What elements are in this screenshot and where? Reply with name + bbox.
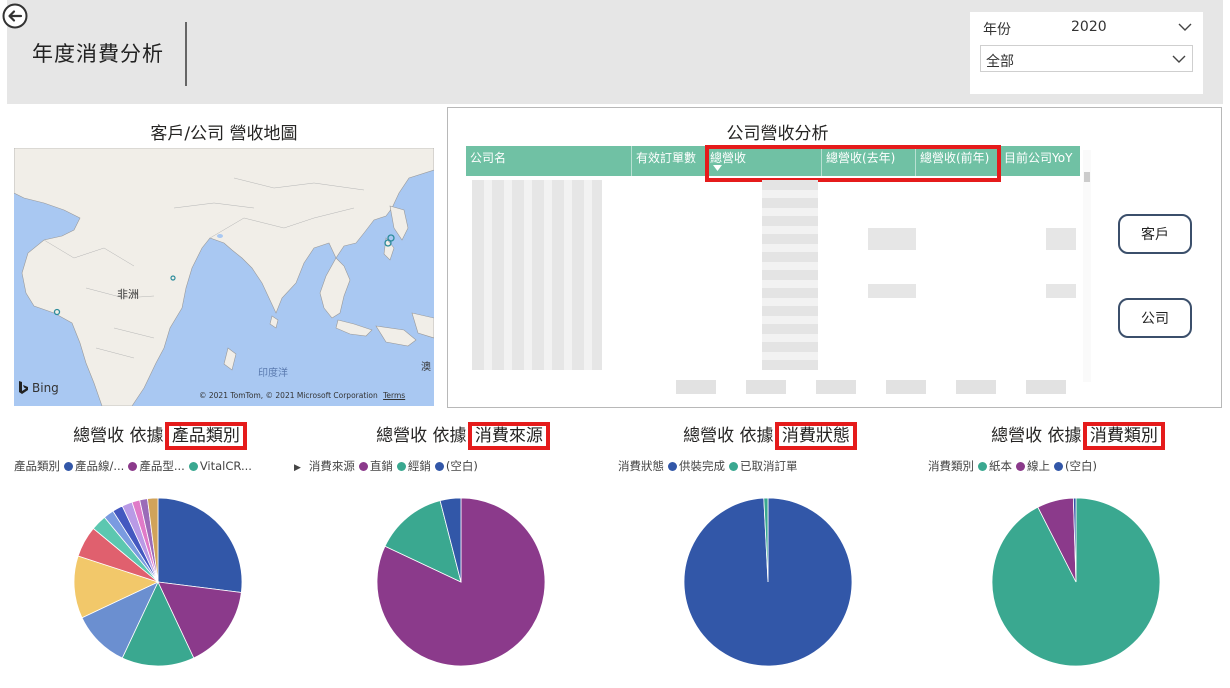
title-divider [185, 22, 187, 86]
legend-item-label: 直銷 [369, 459, 393, 473]
map-copyright: © 2021 TomTom, © 2021 Microsoft Corporat… [199, 391, 405, 400]
pie-legend[interactable]: 消費類別 紙本 線上 (空白) [928, 458, 1097, 474]
pie-legend[interactable]: 產品類別 產品線/... 產品型... VitalCR... [14, 458, 252, 474]
pie-title-field: 產品類別 [164, 422, 247, 450]
legend-item[interactable]: 產品線/... [60, 459, 124, 473]
customer-button[interactable]: 客戶 [1118, 214, 1192, 254]
legend-dot-icon [668, 462, 677, 471]
pie-title-prefix: 總營收 依據 [991, 426, 1082, 446]
bing-icon [19, 381, 28, 394]
pie-title-prefix: 總營收 依據 [376, 426, 467, 446]
legend-item-label: (空白) [445, 459, 478, 473]
blurred-cell [868, 284, 916, 298]
pie-title-field: 消費類別 [1082, 422, 1165, 450]
sort-descending-icon[interactable] [713, 165, 722, 171]
legend-dot-icon [358, 462, 368, 471]
legend-label: 產品類別 [14, 459, 60, 473]
pie-title: 總營收 依據 消費狀態 [618, 421, 918, 450]
chevron-down-icon[interactable] [1178, 22, 1192, 32]
legend-dot-icon [396, 462, 406, 471]
category-dropdown-value: 全部 [986, 54, 1014, 70]
pie-legend[interactable]: 消費狀態 供裝完成 已取消訂單 [618, 458, 798, 474]
legend-label: 消費來源 [308, 459, 355, 473]
legend-item[interactable]: (空白) [431, 459, 478, 473]
legend-item[interactable]: 線上 [1012, 459, 1050, 473]
chevron-down-icon[interactable] [1172, 54, 1186, 64]
legend-dot-icon [978, 462, 987, 471]
legend-item[interactable]: (空白) [1050, 459, 1097, 473]
blurred-cell [1046, 284, 1076, 298]
legend-item-label: 供裝完成 [679, 459, 725, 473]
legend-item-label: 產品線/... [75, 459, 125, 473]
legend-dot-icon [729, 462, 738, 471]
revenue-map[interactable] [14, 148, 434, 406]
pie-title-prefix: 總營收 依據 [683, 426, 774, 446]
year-slicer-value[interactable]: 2020 [1071, 19, 1107, 35]
legend-item-label: VitalCR... [199, 459, 252, 473]
blurred-cell [1046, 228, 1076, 250]
legend-item-label: 經銷 [407, 459, 431, 473]
legend-dot-icon [64, 462, 73, 471]
back-arrow-icon[interactable] [2, 3, 28, 29]
legend-dot-icon [434, 462, 444, 471]
legend-item[interactable]: VitalCR... [185, 459, 252, 473]
company-button[interactable]: 公司 [1118, 298, 1192, 338]
legend-label: 消費狀態 [618, 459, 664, 473]
map-label-edge: 澳 [421, 362, 431, 373]
legend-item[interactable]: 紙本 [974, 459, 1012, 473]
map-copyright-text: © 2021 TomTom, © 2021 Microsoft Corporat… [199, 391, 378, 400]
pie-title-field: 消費狀態 [774, 422, 857, 450]
legend-item-label: 線上 [1027, 459, 1050, 473]
table-scrollbar[interactable] [1083, 150, 1091, 382]
column-header-company[interactable]: 公司名 [466, 146, 632, 176]
page-title: 年度消費分析 [32, 42, 164, 66]
pie-title: 總營收 依據 產品類別 [8, 421, 308, 450]
column-header-revenue-two-years[interactable]: 總營收(前年) [916, 146, 1000, 176]
legend-dot-icon [1054, 462, 1063, 471]
scrollbar-thumb[interactable] [1084, 172, 1090, 182]
legend-dot-icon [128, 462, 138, 471]
legend-item[interactable]: 直銷 [355, 459, 393, 473]
blurred-cell [868, 228, 916, 250]
pie-chart[interactable] [375, 496, 547, 668]
legend-prev-icon[interactable]: ▶ [294, 463, 301, 473]
table-title: 公司營收分析 [726, 124, 829, 144]
pie-title: 總營收 依據 消費類別 [926, 421, 1226, 450]
pie-title-field: 消費來源 [467, 422, 550, 450]
legend-item[interactable]: 供裝完成 [664, 459, 725, 473]
legend-item-label: 紙本 [989, 459, 1012, 473]
blurred-company-names [472, 180, 602, 370]
legend-dot-icon [1016, 462, 1025, 471]
blurred-total-row [676, 380, 1076, 394]
legend-item[interactable]: 產品型... [124, 459, 185, 473]
table-header: 公司名 有效訂單數 總營收 總營收(去年) 總營收(前年) 目前公司YoY [466, 146, 1080, 176]
pie-chart[interactable] [72, 496, 244, 668]
column-header-revenue[interactable]: 總營收 [706, 146, 822, 176]
map-label-africa: 非洲 [117, 288, 139, 301]
legend-item-label: (空白) [1065, 459, 1097, 473]
column-header-revenue-last-year[interactable]: 總營收(去年) [822, 146, 916, 176]
legend-item-label: 產品型... [139, 459, 185, 473]
pie-chart[interactable] [990, 496, 1162, 668]
column-header-orders[interactable]: 有效訂單數 [632, 146, 706, 176]
pie-chart[interactable] [682, 496, 854, 668]
legend-item[interactable]: 經銷 [393, 459, 431, 473]
legend-item-label: 已取消訂單 [740, 459, 798, 473]
pie-title: 總營收 依據 消費來源 [311, 421, 611, 450]
table-body[interactable] [466, 176, 1080, 394]
legend-label: 消費類別 [928, 459, 974, 473]
map-terms-link[interactable]: Terms [383, 391, 405, 400]
map-title: 客戶/公司 營收地圖 [150, 124, 298, 144]
pie-title-prefix: 總營收 依據 [73, 426, 164, 446]
legend-item[interactable]: 已取消訂單 [725, 459, 798, 473]
column-header-yoy[interactable]: 目前公司YoY [1000, 146, 1080, 176]
map-label-ocean: 印度洋 [258, 368, 288, 379]
pie-legend[interactable]: ▶ 消費來源 直銷 經銷 (空白) [294, 458, 478, 474]
bing-logo: Bing [18, 381, 59, 395]
pie-slice[interactable] [157, 497, 243, 593]
bing-label: Bing [32, 381, 59, 395]
year-slicer-label: 年份 [983, 22, 1011, 38]
blurred-revenue [762, 180, 818, 370]
legend-dot-icon [188, 462, 198, 471]
